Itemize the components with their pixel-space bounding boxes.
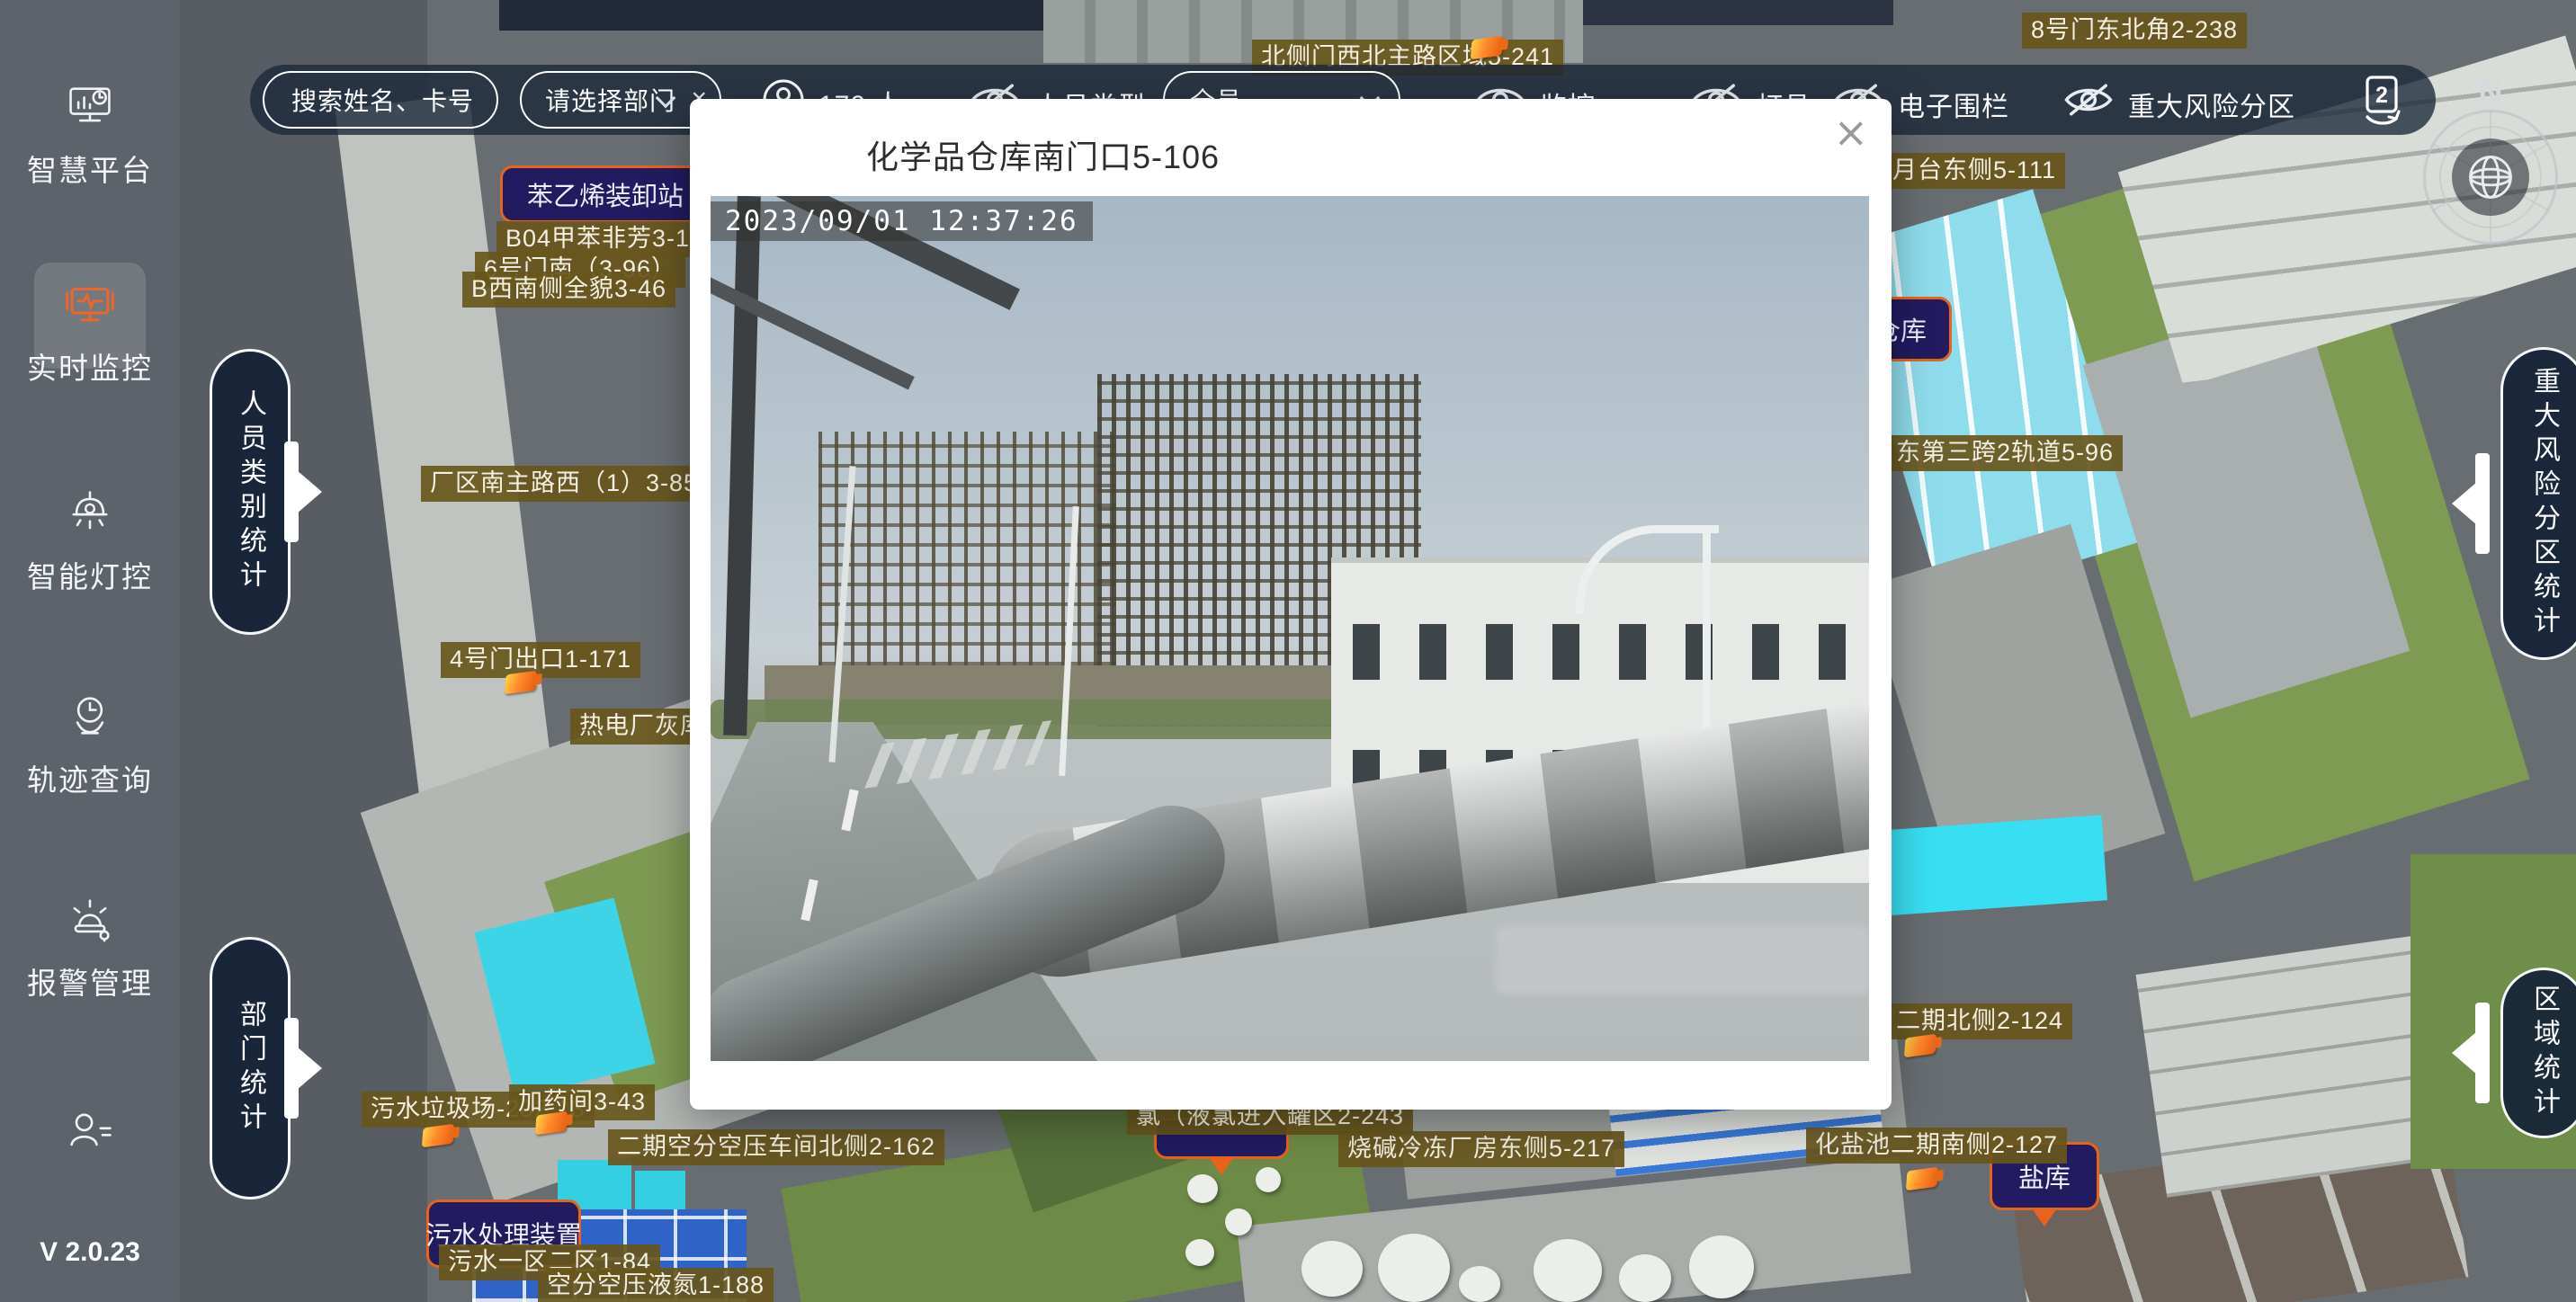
sidebar-item-label: 轨迹查询 <box>27 756 153 799</box>
risk-zone-toggle[interactable]: 重大风险分区 <box>2128 85 2295 124</box>
tab-label: 部门统计 <box>230 1000 270 1137</box>
camera-icon[interactable] <box>535 1111 568 1136</box>
map-label[interactable]: 二期空分空压车间北侧2-162 <box>608 1129 944 1165</box>
person-list-icon <box>63 1104 117 1163</box>
map-label[interactable]: B西南侧全貌3-46 <box>462 272 675 308</box>
close-icon[interactable]: × <box>1833 111 1868 153</box>
search-input[interactable]: 搜索姓名、卡号 <box>263 71 498 129</box>
camera-timestamp: 2023/09/01 12:37:26 <box>711 201 1093 241</box>
sidebar-brand-label: 智慧平台 <box>27 147 153 190</box>
department-placeholder: 请选择部门 <box>545 82 675 118</box>
fence-toggle[interactable]: 电子围栏 <box>1898 85 2009 124</box>
sidebar-item-realtime-monitor[interactable]: 实时监控 <box>0 275 180 388</box>
map-label[interactable]: 二期北侧2-124 <box>1887 1003 2072 1039</box>
camera-icon[interactable] <box>505 671 537 695</box>
camera-icon[interactable] <box>1906 1167 1938 1191</box>
app-version: V 2.0.23 <box>0 1237 180 1268</box>
sidebar-item-personnel[interactable] <box>0 1104 180 1163</box>
sidebar-item-label: 智能灯控 <box>27 553 153 596</box>
map-label[interactable]: 化盐池二期南侧2-127 <box>1806 1128 2067 1164</box>
camera-icon[interactable] <box>422 1124 454 1148</box>
monitor-wave-icon <box>62 275 118 335</box>
map-label[interactable]: 东第三跨2轨道5-96 <box>1887 435 2123 471</box>
alarm-icon <box>63 892 117 950</box>
camera-modal: 化学品仓库南门口5-106 × 2023/09/01 12:37:26 <box>690 99 1892 1110</box>
smart-platform-icon <box>63 79 117 138</box>
map-label[interactable]: 厂区南主路西（1）3-85 <box>421 466 707 502</box>
tab-label: 区域统计 <box>2524 985 2563 1121</box>
tab-personnel-category-stats[interactable]: 人员类别统计 <box>210 349 291 635</box>
expand-arrow-icon[interactable] <box>284 1018 299 1119</box>
map-label[interactable]: 烧碱冷冻厂房东侧5-217 <box>1338 1131 1624 1167</box>
tab-label: 重大风险分区统计 <box>2524 367 2563 640</box>
tab-area-stats[interactable]: 区域统计 <box>2500 968 2576 1138</box>
track-query-icon <box>63 689 117 747</box>
map-mode-2d-badge[interactable]: 2 <box>2358 74 2407 132</box>
tab-major-risk-zone-stats[interactable]: 重大风险分区统计 <box>2500 347 2576 660</box>
sidebar-item-smart-light[interactable]: 智能灯控 <box>0 486 180 596</box>
tab-department-stats[interactable]: 部门统计 <box>210 937 291 1199</box>
sidebar-brand: 智慧平台 <box>0 79 180 190</box>
search-placeholder: 搜索姓名、卡号 <box>291 82 474 118</box>
map-label[interactable]: 加药间3-43 <box>509 1084 655 1120</box>
sidebar: 智慧平台 实时监控 智能灯控 <box>0 0 180 1302</box>
sidebar-item-track-query[interactable]: 轨迹查询 <box>0 689 180 799</box>
svg-text:2: 2 <box>2375 83 2388 108</box>
map-callout[interactable]: 苯乙烯装卸站 <box>500 165 711 223</box>
map-label[interactable]: 8号门东北角2-238 <box>2022 13 2247 49</box>
eye-off-icon[interactable] <box>2063 81 2114 119</box>
map-label[interactable]: 空分空压液氮1-188 <box>538 1268 774 1302</box>
watermark-blur <box>1496 926 1869 994</box>
tab-label: 人员类别统计 <box>230 389 270 594</box>
camera-icon[interactable] <box>1904 1034 1936 1058</box>
globe-icon <box>2452 138 2529 216</box>
sidebar-item-label: 报警管理 <box>27 959 153 1003</box>
map-label[interactable]: 月台东侧5-111 <box>1883 153 2065 189</box>
sidebar-item-alarm[interactable]: 报警管理 <box>0 892 180 1003</box>
expand-arrow-icon[interactable] <box>2475 1003 2490 1103</box>
compass[interactable] <box>2423 110 2558 245</box>
expand-arrow-icon[interactable] <box>2475 453 2490 554</box>
camera-feed: 2023/09/01 12:37:26 <box>711 196 1869 1061</box>
smart-lamp-icon <box>63 486 117 544</box>
expand-arrow-icon[interactable] <box>284 441 299 542</box>
modal-title: 化学品仓库南门口5-106 <box>866 131 1220 178</box>
compass-north-label: N <box>2423 74 2558 112</box>
